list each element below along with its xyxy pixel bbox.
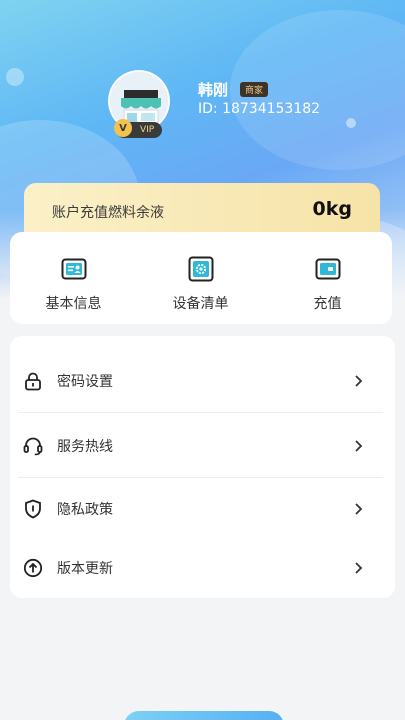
bottom-action-button[interactable]	[124, 711, 284, 720]
headset-icon	[23, 437, 43, 456]
settings-menu-card: 密码设置 服务热线 隐私政策 版本更新	[10, 336, 395, 598]
lock-icon	[25, 372, 41, 391]
menu-item-version-update[interactable]: 版本更新	[10, 536, 395, 600]
quick-action-label: 设备清单	[172, 296, 229, 312]
profile-card-icon	[61, 258, 86, 280]
device-gear-icon	[188, 256, 213, 282]
upload-arrow-icon	[23, 558, 43, 578]
quick-action-label: 充值	[313, 296, 342, 312]
quick-action-device-list[interactable]: 设备清单	[137, 232, 264, 324]
chevron-right-icon	[355, 440, 363, 452]
vip-crown-icon: V	[114, 119, 132, 137]
fuel-balance-label: 账户充值燃料余液	[52, 205, 164, 221]
menu-item-label: 隐私政策	[57, 502, 113, 518]
vip-badge: V VIP	[114, 119, 162, 138]
quick-action-label: 基本信息	[45, 296, 102, 312]
user-name: 韩刚	[198, 81, 229, 99]
wallet-icon	[315, 258, 340, 280]
quick-action-basic-info[interactable]: 基本信息	[10, 232, 137, 324]
chevron-right-icon	[355, 503, 363, 515]
menu-item-service-hotline[interactable]: 服务热线	[10, 414, 395, 478]
menu-item-label: 密码设置	[57, 374, 113, 390]
quick-action-recharge[interactable]: 充值	[264, 232, 391, 324]
quick-actions-card: 基本信息 设备清单 充值	[10, 232, 392, 324]
menu-item-label: 服务热线	[57, 439, 113, 455]
chevron-right-icon	[355, 562, 363, 574]
menu-item-privacy-policy[interactable]: 隐私政策	[10, 477, 395, 541]
shield-icon	[25, 499, 41, 519]
fuel-balance-value: 0kg	[312, 198, 352, 220]
vip-label: VIP	[140, 125, 155, 135]
merchant-tag: 商家	[240, 82, 269, 97]
menu-item-password-settings[interactable]: 密码设置	[10, 349, 395, 413]
user-id: ID: 18734153182	[198, 101, 321, 117]
menu-item-label: 版本更新	[57, 561, 113, 577]
chevron-right-icon	[355, 375, 363, 387]
